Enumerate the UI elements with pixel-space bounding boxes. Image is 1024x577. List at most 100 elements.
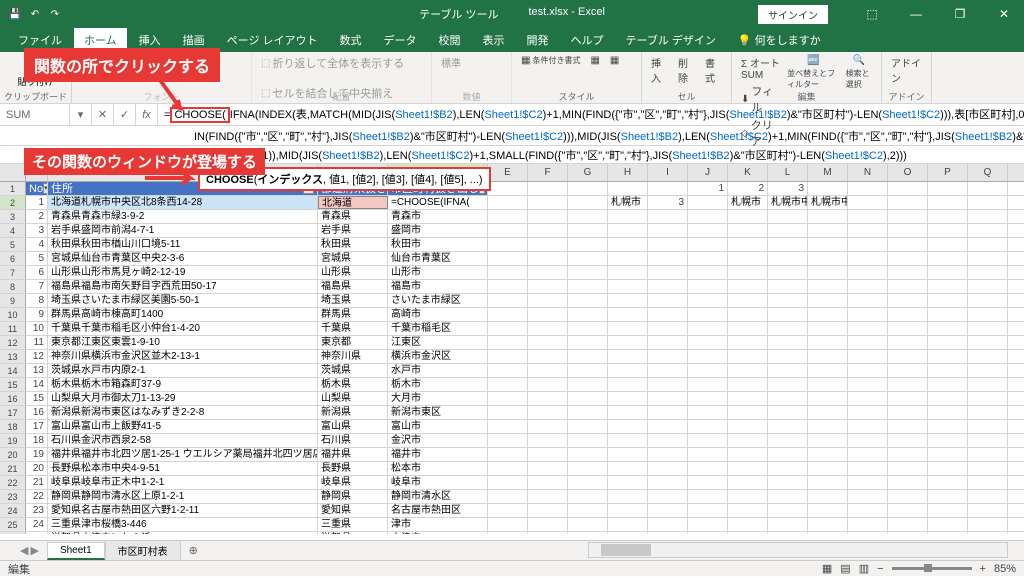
cell-no[interactable]: 12 <box>26 350 48 363</box>
cell-addr[interactable]: 千葉県千葉市稲毛区小仲台1-4-20 <box>48 322 318 335</box>
enter-formula-icon[interactable]: ✓ <box>114 104 136 126</box>
cell-pref[interactable]: 新潟県 <box>318 406 388 419</box>
cell[interactable] <box>648 518 688 531</box>
tab-tellme[interactable]: 💡 何をしますか <box>728 28 831 52</box>
view-pagebreak-icon[interactable]: ▥ <box>859 562 869 575</box>
cell[interactable] <box>648 308 688 321</box>
cell-addr[interactable]: 三重県津市桜橋3-446 <box>48 518 318 531</box>
cell[interactable] <box>648 238 688 251</box>
cell[interactable] <box>728 476 768 489</box>
row-header[interactable]: 2 <box>0 196 26 209</box>
cell-pref[interactable]: 三重県 <box>318 518 388 531</box>
cell[interactable] <box>608 266 648 279</box>
name-box[interactable]: SUM <box>0 104 70 126</box>
cell[interactable] <box>768 308 808 321</box>
cell-pref[interactable]: 福井県 <box>318 448 388 461</box>
cell[interactable] <box>808 294 848 307</box>
cell[interactable] <box>608 364 648 377</box>
cell[interactable] <box>768 336 808 349</box>
cell-addr[interactable]: 岐阜県岐阜市正木中1-2-1 <box>48 476 318 489</box>
cell-no[interactable]: 11 <box>26 336 48 349</box>
cell[interactable] <box>728 280 768 293</box>
zoom-slider[interactable] <box>892 567 972 570</box>
cell[interactable] <box>728 224 768 237</box>
cell-pref[interactable]: 石川県 <box>318 434 388 447</box>
cell[interactable] <box>768 364 808 377</box>
cell-addr[interactable]: 滋賀県大津市におの浜3-1-7 <box>48 532 318 534</box>
cell[interactable] <box>768 238 808 251</box>
cell[interactable] <box>608 406 648 419</box>
cell-city[interactable]: 千葉市稲毛区 <box>388 322 488 335</box>
col-header-N[interactable]: N <box>848 164 888 181</box>
cell-pref[interactable]: 群馬県 <box>318 308 388 321</box>
row-header[interactable]: 23 <box>0 490 26 503</box>
cell[interactable] <box>768 322 808 335</box>
cell[interactable] <box>728 210 768 223</box>
row-header[interactable]: 10 <box>0 308 26 321</box>
cell[interactable] <box>808 280 848 293</box>
cell[interactable] <box>808 504 848 517</box>
cell[interactable] <box>648 490 688 503</box>
cell[interactable] <box>808 490 848 503</box>
col-header-O[interactable]: O <box>888 164 928 181</box>
cell[interactable] <box>648 364 688 377</box>
col-header-M[interactable]: M <box>808 164 848 181</box>
cell-no[interactable]: 6 <box>26 266 48 279</box>
sheet-tab-1[interactable]: Sheet1 <box>47 542 105 560</box>
cell-pref[interactable]: 神奈川県 <box>318 350 388 363</box>
cell-addr[interactable]: 山梨県大月市御太刀1-13-29 <box>48 392 318 405</box>
cell-no[interactable]: 8 <box>26 294 48 307</box>
spreadsheet-grid[interactable]: A B C D E F G H I J K L M N O P Q 1 No▾ … <box>0 164 1024 534</box>
cell[interactable] <box>608 518 648 531</box>
cell[interactable] <box>728 504 768 517</box>
cell-addr[interactable]: 北海道札幌市中央区北8条西14-28 <box>48 196 318 209</box>
cell-no[interactable]: 4 <box>26 238 48 251</box>
cell[interactable] <box>608 504 648 517</box>
cell-addr[interactable]: 秋田県秋田市楢山川口境5-11 <box>48 238 318 251</box>
cell[interactable] <box>768 224 808 237</box>
cell[interactable] <box>608 224 648 237</box>
cell-pref[interactable]: 富山県 <box>318 420 388 433</box>
tab-pagelayout[interactable]: ページ レイアウト <box>217 28 328 52</box>
cell-city[interactable]: 大月市 <box>388 392 488 405</box>
cell[interactable] <box>728 434 768 447</box>
cell[interactable] <box>808 364 848 377</box>
row-header[interactable]: 15 <box>0 378 26 391</box>
cell-no[interactable]: 10 <box>26 322 48 335</box>
zoom-in-icon[interactable]: + <box>980 563 986 575</box>
cell[interactable] <box>768 476 808 489</box>
col-header-L[interactable]: L <box>768 164 808 181</box>
cell-city[interactable]: 高崎市 <box>388 308 488 321</box>
cell[interactable] <box>808 252 848 265</box>
cell-pref[interactable]: 栃木県 <box>318 378 388 391</box>
sheet-tab-2[interactable]: 市区町村表 <box>105 540 181 561</box>
row-header[interactable]: 5 <box>0 238 26 251</box>
cell-pref[interactable]: 北海道 <box>318 196 388 209</box>
tab-tabledesign[interactable]: テーブル デザイン <box>616 28 726 52</box>
cell-no[interactable]: 9 <box>26 308 48 321</box>
cell[interactable] <box>648 378 688 391</box>
cell[interactable] <box>608 392 648 405</box>
cell-pref[interactable]: 青森県 <box>318 210 388 223</box>
col-header-E[interactable]: E <box>488 164 528 181</box>
format-cells-button[interactable]: 書式 <box>702 54 725 86</box>
tab-dev[interactable]: 開発 <box>517 28 559 52</box>
cell[interactable] <box>648 532 688 534</box>
cell-no[interactable]: 13 <box>26 364 48 377</box>
cell[interactable] <box>648 420 688 433</box>
redo-icon[interactable]: ↷ <box>48 7 62 21</box>
cell[interactable] <box>728 364 768 377</box>
cell[interactable] <box>648 350 688 363</box>
cell[interactable] <box>808 266 848 279</box>
cell[interactable] <box>808 392 848 405</box>
row-header[interactable]: 24 <box>0 504 26 517</box>
table-format-button[interactable]: ▦ <box>587 54 602 67</box>
cell[interactable]: 札幌市 <box>608 196 648 209</box>
cell-pref[interactable]: 愛知県 <box>318 504 388 517</box>
cell[interactable] <box>648 476 688 489</box>
cell[interactable] <box>808 448 848 461</box>
cell[interactable] <box>808 462 848 475</box>
cell[interactable] <box>648 406 688 419</box>
cell[interactable] <box>608 252 648 265</box>
cell[interactable] <box>808 336 848 349</box>
